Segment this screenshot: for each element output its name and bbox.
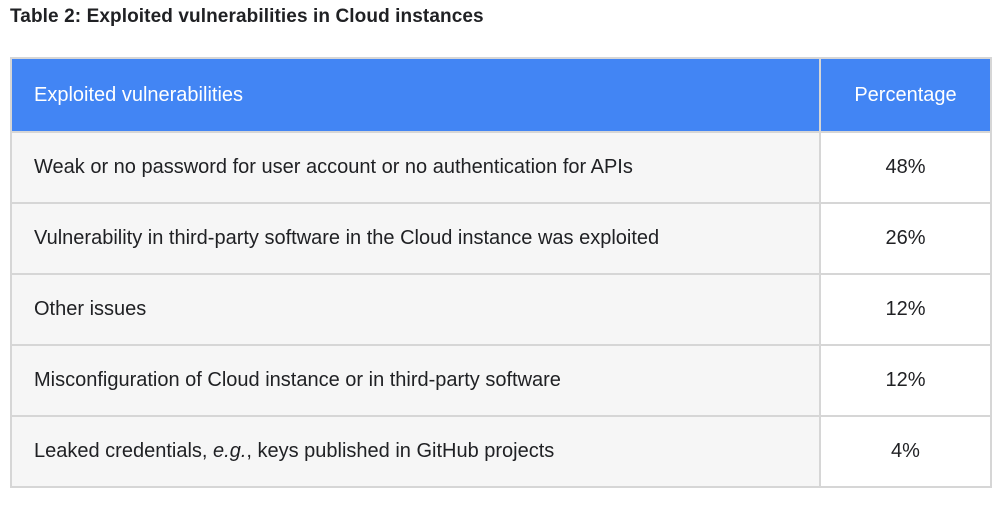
table-row: Weak or no password for user account or … — [10, 131, 992, 204]
percentage-cell: 26% — [819, 202, 992, 275]
vulnerability-text-emphasis: e.g. — [213, 440, 247, 462]
vulnerability-text-suffix: , keys published in GitHub projects — [246, 440, 555, 462]
percentage-cell: 4% — [819, 415, 992, 488]
table-caption: Table 2: Exploited vulnerabilities in Cl… — [10, 6, 484, 27]
header-exploited-vulnerabilities: Exploited vulnerabilities — [10, 57, 821, 133]
table-row: Vulnerability in third-party software in… — [10, 202, 992, 275]
header-percentage: Percentage — [819, 57, 992, 133]
vulnerability-cell: Weak or no password for user account or … — [10, 131, 821, 204]
percentage-cell: 12% — [819, 273, 992, 346]
percentage-cell: 12% — [819, 344, 992, 417]
vulnerability-cell: Other issues — [10, 273, 821, 346]
vulnerability-cell: Misconfiguration of Cloud instance or in… — [10, 344, 821, 417]
table-row: Other issues 12% — [10, 273, 992, 346]
vulnerability-cell: Vulnerability in third-party software in… — [10, 202, 821, 275]
vulnerabilities-table: Exploited vulnerabilities Percentage Wea… — [10, 57, 992, 488]
table-header-row: Exploited vulnerabilities Percentage — [10, 57, 992, 133]
vulnerability-cell: Leaked credentials, e.g., keys published… — [10, 415, 821, 488]
table-row: Misconfiguration of Cloud instance or in… — [10, 344, 992, 417]
vulnerability-text-prefix: Leaked credentials, — [34, 440, 214, 462]
percentage-cell: 48% — [819, 131, 992, 204]
table-row: Leaked credentials, e.g., keys published… — [10, 415, 992, 488]
